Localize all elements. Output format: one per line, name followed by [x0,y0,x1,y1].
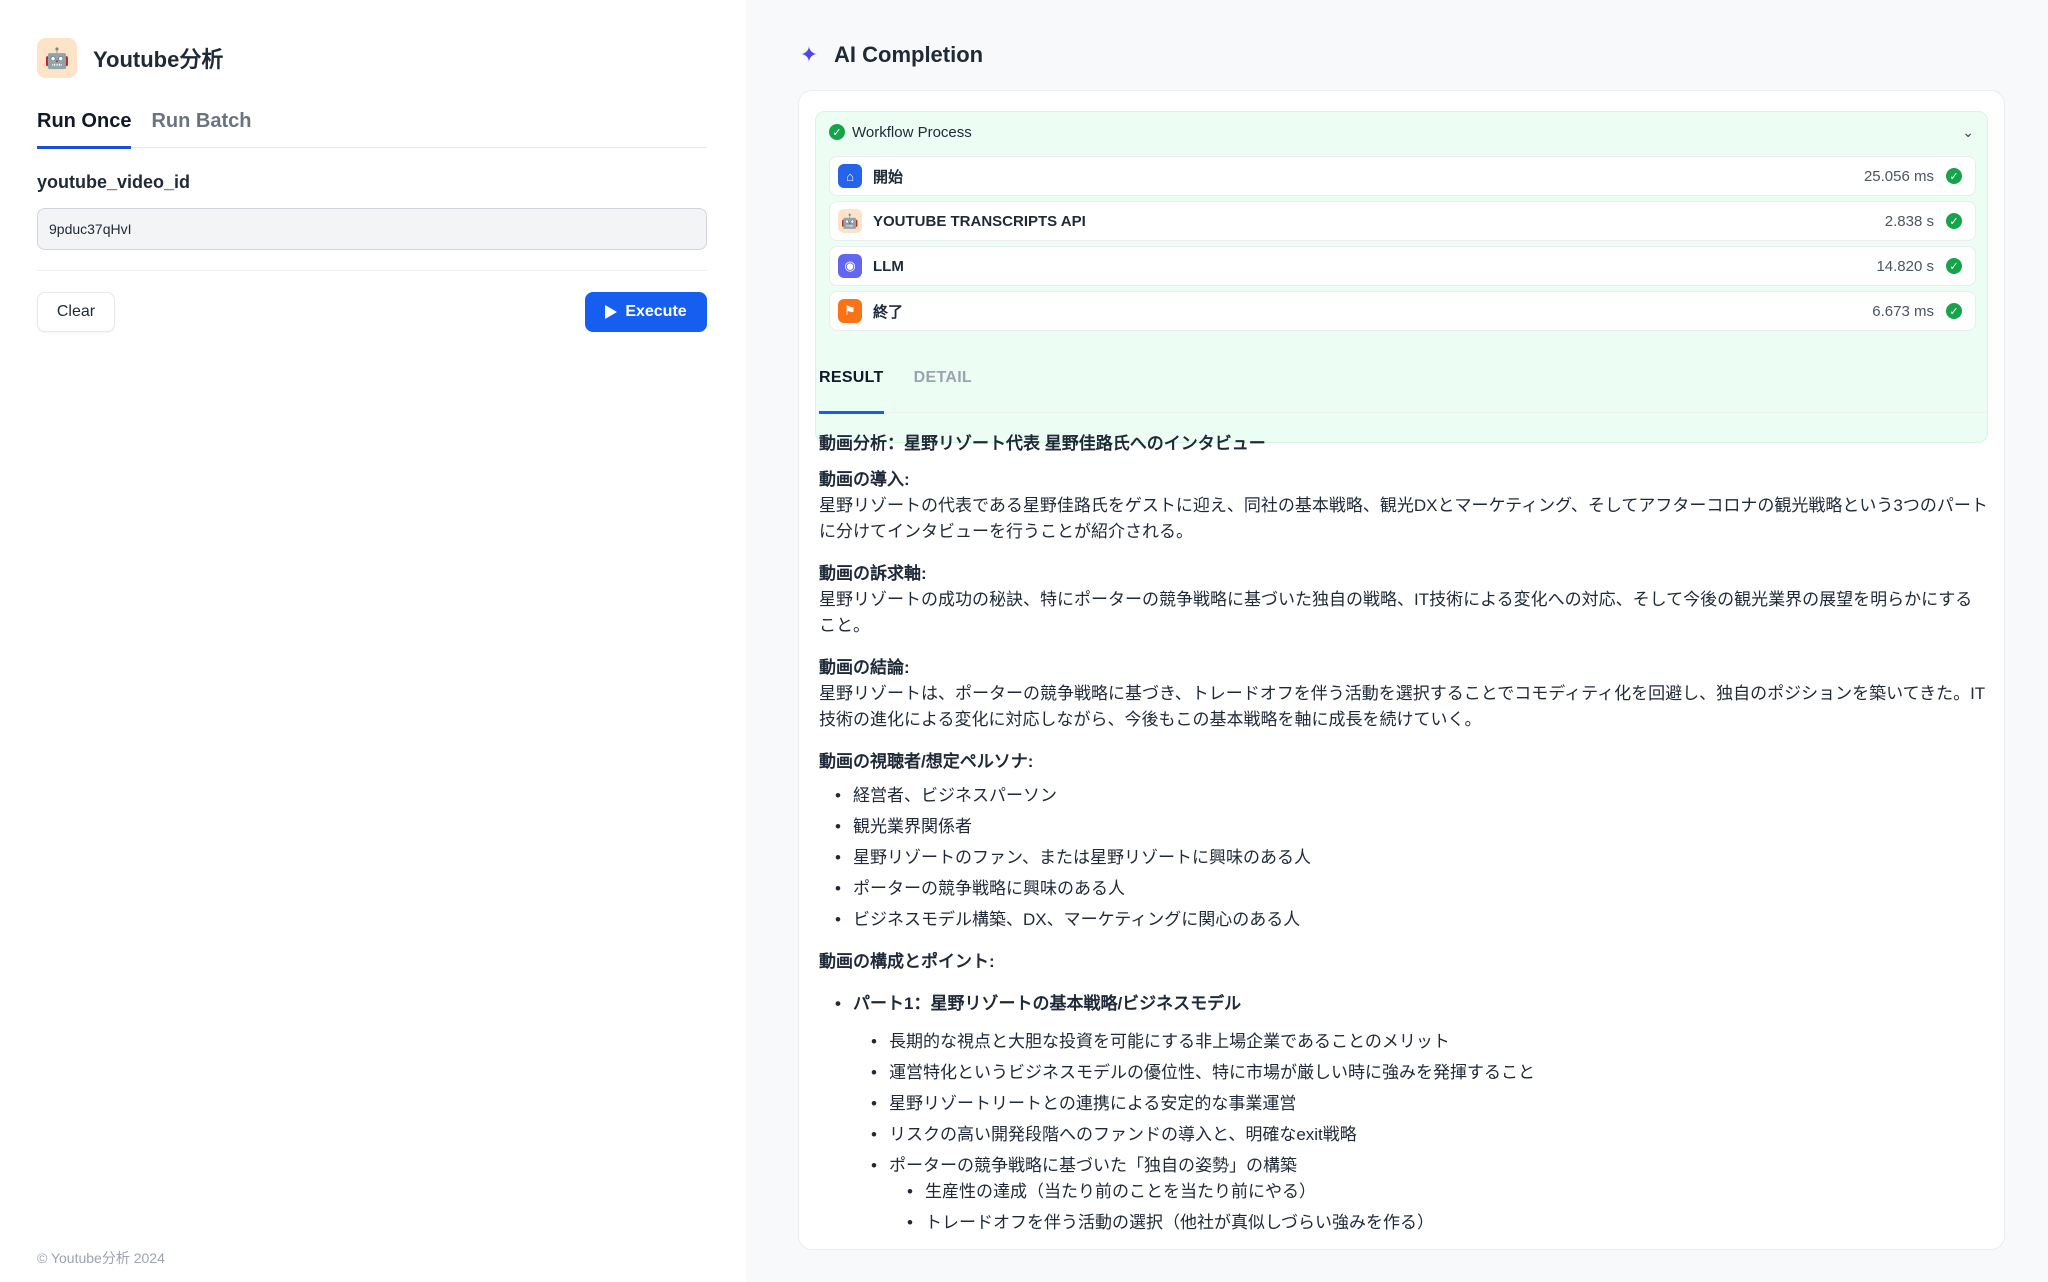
chevron-down-icon[interactable]: ⌄ [1962,124,1974,141]
list-item: リスクの高い開発段階へのファンドの導入と、明確なexit戦略 [871,1122,1989,1148]
part1-sub-points: 生産性の達成（当たり前のことを当たり前にやる） トレードオフを伴う活動の選択（他… [907,1179,1989,1236]
step-name: LLM [873,257,904,275]
home-icon: ⌂ [838,164,862,188]
sparkle-icon: ✦ [799,42,819,67]
step-time: 14.820 s [1876,257,1934,275]
tab-result[interactable]: RESULT [819,369,884,414]
intro-section: 動画の導入: 星野リゾートの代表である星野佳路氏をゲストに迎え、同社の基本戦略、… [819,467,1989,545]
execute-label: Execute [625,303,687,320]
part1-points: 長期的な視点と大胆な投資を可能にする非上場企業であることのメリット 運営特化とい… [871,1029,1989,1236]
appeal-section: 動画の訴求軸: 星野リゾートの成功の秘訣、特にポーターの競争戦略に基づいた独自の… [819,561,1989,639]
check-circle-icon: ✓ [1946,168,1962,184]
part-title: パート1：星野リゾートの基本戦略/ビジネスモデル [835,991,1989,1017]
check-circle-icon: ✓ [829,124,845,140]
section-body: 星野リゾートは、ポーターの競争戦略に基づき、トレードオフを伴う活動を選択すること… [819,684,1986,729]
section-body: 星野リゾートの代表である星野佳路氏をゲストに迎え、同社の基本戦略、観光DXとマー… [819,496,1988,541]
list-item: 長期的な視点と大胆な投資を可能にする非上場企業であることのメリット [871,1029,1989,1055]
completion-header: ✦ AI Completion [798,42,983,68]
step-name: 開始 [873,168,904,186]
workflow-step-llm[interactable]: ◉ LLM 14.820 s ✓ [829,246,1976,286]
app-header: 🤖 Youtube分析 [37,38,223,78]
list-item: ビジネスモデル構築、DX、マーケティングに関心のある人 [835,907,1989,933]
list-item: 生産性の達成（当たり前のことを当たり前にやる） [907,1179,1989,1205]
section-title: 動画の視聴者/想定ペルソナ: [819,752,1034,771]
robot-icon: 🤖 [838,209,862,233]
workflow-title: Workflow Process [852,123,972,141]
list-item: 星野リゾートのファン、または星野リゾートに興味のある人 [835,845,1989,871]
tab-detail[interactable]: DETAIL [914,369,972,413]
llm-icon: ◉ [838,254,862,278]
result-heading: 動画分析：星野リゾート代表 星野佳路氏へのインタビュー [819,434,1266,453]
list-item: 経営者、ビジネスパーソン [835,783,1989,809]
list-item: トレードオフを伴う活動の選択（他社が真似しづらい強みを作る） [907,1210,1989,1236]
result-tabs: RESULT DETAIL [819,369,1986,414]
completion-card: ✓ Workflow Process ⌄ ⌂ 開始 25.056 ms ✓ 🤖 … [798,90,2005,1250]
video-id-label: youtube_video_id [37,172,191,192]
conclusion-section: 動画の結論: 星野リゾートは、ポーターの競争戦略に基づき、トレードオフを伴う活動… [819,655,1989,733]
list-item: ポーターの競争戦略に基づいた「独自の姿勢」の構築 生産性の達成（当たり前のことを… [871,1153,1989,1236]
list-item: 運営特化というビジネスモデルの優位性、特に市場が厳しい時に強みを発揮すること [871,1060,1989,1086]
list-item: 観光業界関係者 [835,814,1989,840]
robot-icon: 🤖 [37,38,77,78]
check-circle-icon: ✓ [1946,303,1962,319]
section-title: 動画の訴求軸: [819,564,927,583]
persona-section: 動画の視聴者/想定ペルソナ: 経営者、ビジネスパーソン 観光業界関係者 星野リゾ… [819,749,1989,933]
section-title: 動画の構成とポイント: [819,952,995,971]
workflow-step-transcripts-api[interactable]: 🤖 YOUTUBE TRANSCRIPTS API 2.838 s ✓ [829,201,1976,241]
play-icon [605,305,618,319]
section-title: 動画の結論: [819,658,910,677]
step-name: 終了 [873,303,904,321]
step-time: 25.056 ms [1863,167,1934,185]
check-circle-icon: ✓ [1946,258,1962,274]
workflow-header[interactable]: ✓ Workflow Process ⌄ [829,122,1974,142]
section-body: 星野リゾートの成功の秘訣、特にポーターの競争戦略に基づいた独自の戦略、IT技術に… [819,590,1973,635]
workflow-step-start[interactable]: ⌂ 開始 25.056 ms ✓ [829,156,1976,196]
end-flag-icon: ⚑ [838,299,862,323]
step-name: YOUTUBE TRANSCRIPTS API [873,212,1086,230]
clear-button[interactable]: Clear [37,292,115,332]
result-content: 動画分析：星野リゾート代表 星野佳路氏へのインタビュー 動画の導入: 星野リゾー… [819,431,1989,1241]
part1: パート1：星野リゾートの基本戦略/ビジネスモデル [835,991,1989,1017]
section-title: 動画の導入: [819,470,910,489]
structure-section: 動画の構成とポイント: パート1：星野リゾートの基本戦略/ビジネスモデル 長期的… [819,949,1989,1236]
step-time: 6.673 ms [1872,302,1934,320]
app-title: Youtube分析 [93,47,224,72]
run-panel: 🤖 Youtube分析 Run Once Run Batch youtube_v… [0,0,746,1282]
step-time: 2.838 s [1884,212,1934,230]
video-id-input[interactable] [37,208,707,250]
list-item: 星野リゾートリートとの連携による安定的な事業運営 [871,1091,1989,1117]
tab-run-once[interactable]: Run Once [37,110,132,149]
run-mode-tabs: Run Once Run Batch [37,110,707,149]
workflow-step-end[interactable]: ⚑ 終了 6.673 ms ✓ [829,291,1976,331]
persona-list: 経営者、ビジネスパーソン 観光業界関係者 星野リゾートのファン、または星野リゾー… [835,783,1989,933]
completion-title: AI Completion [834,42,984,67]
completion-panel: ✦ AI Completion ✓ Workflow Process ⌄ ⌂ 開… [746,0,2048,1282]
divider [37,270,707,271]
list-item: ポーターの競争戦略に興味のある人 [835,876,1989,902]
tab-run-batch[interactable]: Run Batch [151,110,251,148]
list-item-text: ポーターの競争戦略に基づいた「独自の姿勢」の構築 [889,1156,1297,1175]
execute-button[interactable]: Execute [585,292,707,332]
check-circle-icon: ✓ [1946,213,1962,229]
footer-copyright: © Youtube分析 2024 [37,1250,165,1266]
